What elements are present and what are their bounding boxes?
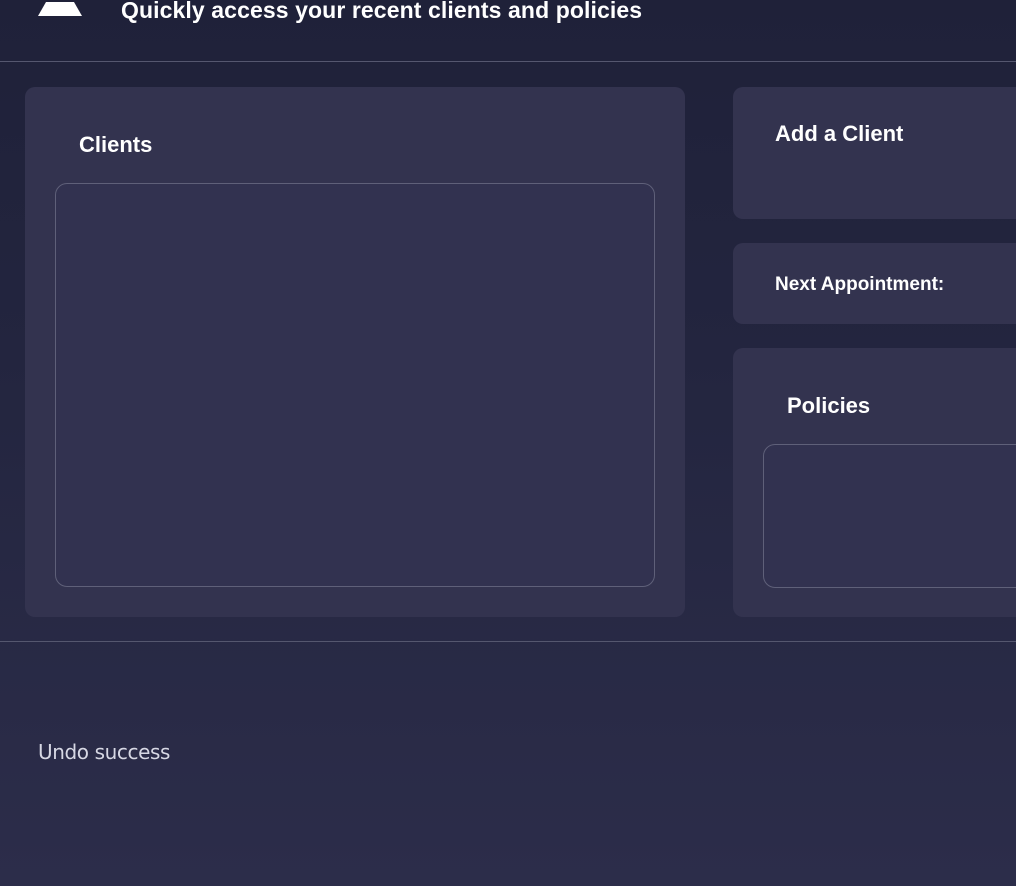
- policies-title: Policies: [787, 393, 871, 418]
- page-subtitle: Quickly access your recent clients and p…: [121, 0, 643, 23]
- footer-divider: [0, 641, 1016, 642]
- status-message: Undo success: [38, 740, 171, 764]
- logo-icon: [38, 2, 82, 16]
- header-divider: [0, 61, 1016, 62]
- clients-list[interactable]: [55, 183, 655, 587]
- add-client-card[interactable]: Add a Client: [733, 87, 1016, 219]
- next-appointment-card: Next Appointment:: [733, 243, 1016, 324]
- policies-card: Policies: [733, 348, 1016, 617]
- add-client-title[interactable]: Add a Client: [775, 121, 903, 147]
- next-appointment-label: Next Appointment:: [775, 274, 945, 295]
- clients-card: Clients: [25, 87, 685, 617]
- policies-list[interactable]: [763, 444, 1016, 588]
- clients-title: Clients: [79, 132, 153, 157]
- header: Quickly access your recent clients and p…: [0, 0, 1016, 61]
